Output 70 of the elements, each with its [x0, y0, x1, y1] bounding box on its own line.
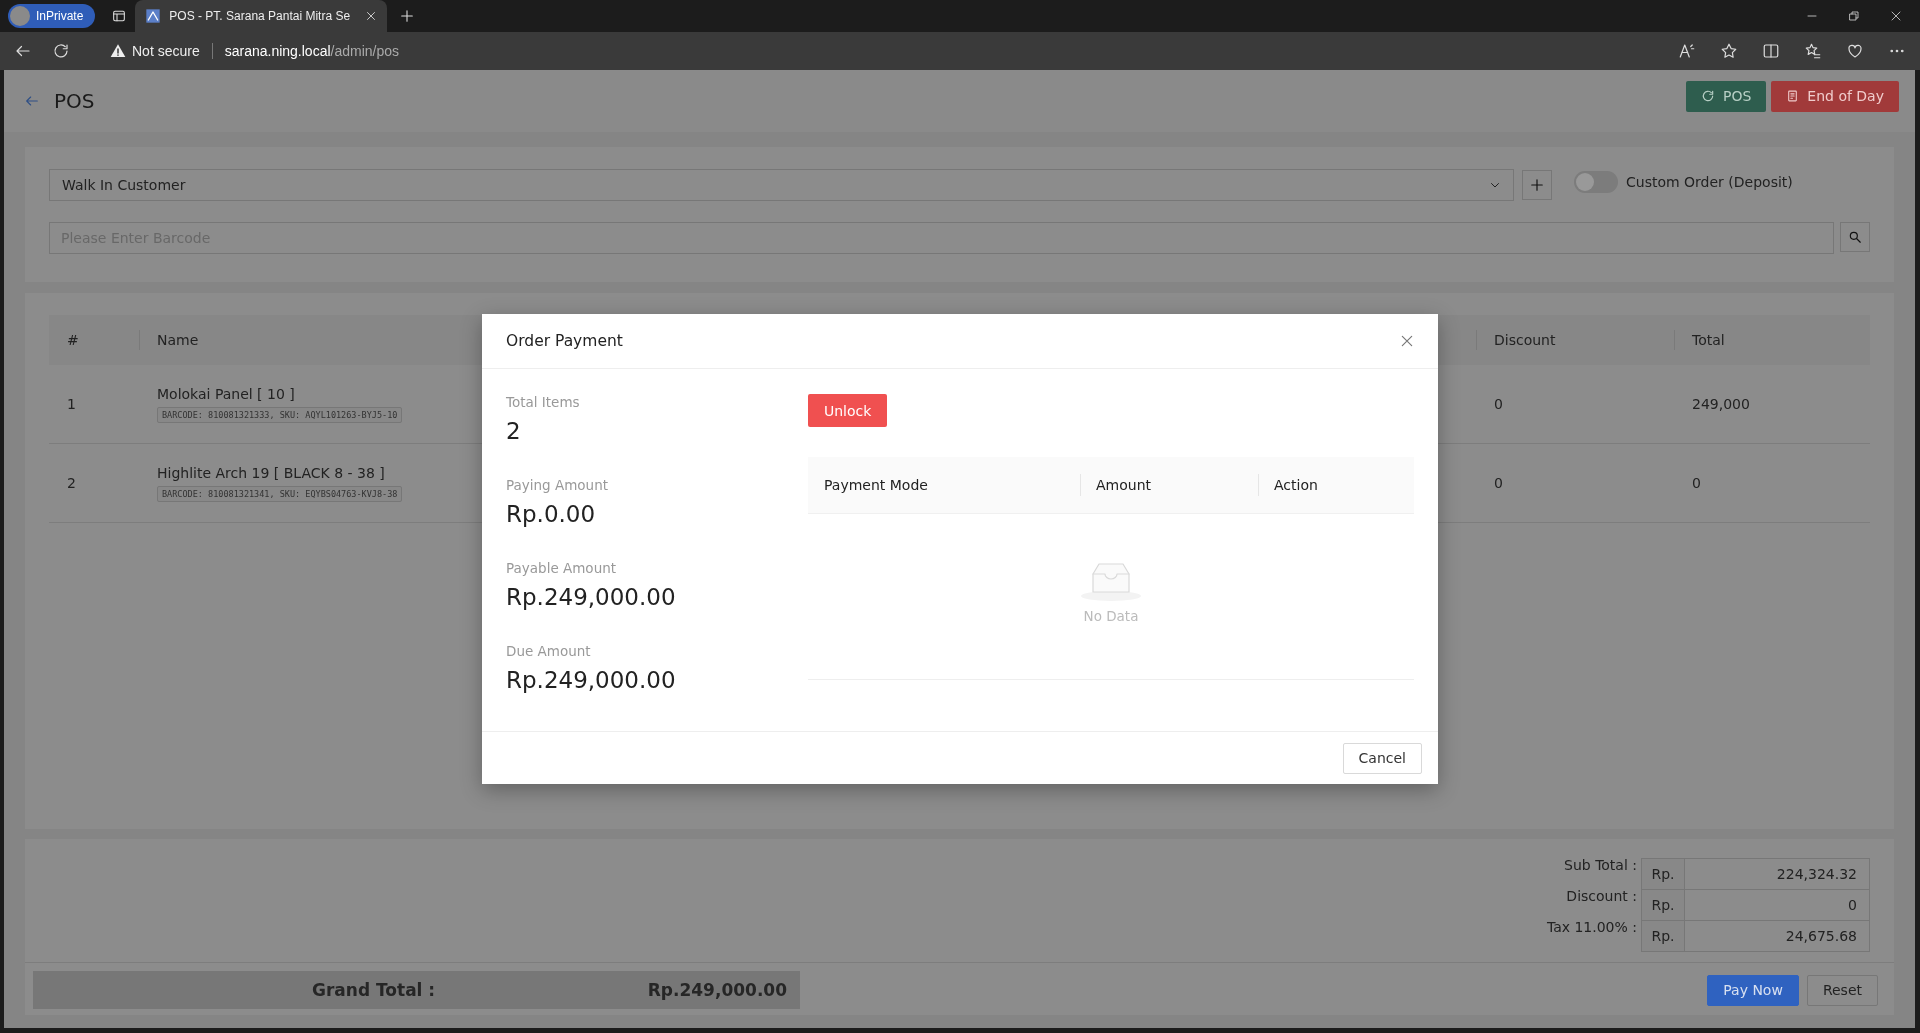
stat-value: Rp.249,000.00: [506, 584, 677, 610]
column-header: Payment Mode: [823, 476, 929, 495]
star-icon[interactable]: [1720, 42, 1738, 60]
avatar-icon: [10, 6, 30, 26]
document-icon: [1786, 89, 1800, 103]
pay-now-button[interactable]: Pay Now: [1707, 974, 1799, 1006]
barcode-tag: BARCODE: 810081321333, SKU: AQYL101263-BYJ5-10: [157, 406, 403, 423]
profile-button[interactable]: InPrivate: [8, 4, 96, 28]
close-icon[interactable]: [365, 10, 378, 22]
stat-value: 2: [506, 418, 522, 444]
column-header: Amount: [1080, 457, 1258, 513]
custom-order-toggle[interactable]: [1574, 171, 1618, 193]
column-header: #: [49, 315, 139, 365]
browser-tab[interactable]: POS - PT. Sarana Pantai Mitra Se: [135, 0, 388, 32]
refresh-icon[interactable]: [52, 42, 70, 60]
cancel-button[interactable]: Cancel: [1342, 742, 1422, 774]
column-header: Action: [1258, 457, 1414, 513]
toggle-label: Custom Order (Deposit): [1626, 174, 1793, 190]
empty-message: No Data: [1083, 607, 1139, 624]
grand-total-label: Grand Total :: [312, 980, 436, 1000]
table-cell: 1: [49, 365, 139, 444]
favicon-icon: [145, 8, 162, 24]
product-name: Molokai Panel [ 10 ]: [157, 385, 295, 402]
end-of-day-button[interactable]: End of Day: [1771, 80, 1899, 112]
stat-label: Paying Amount: [506, 477, 609, 493]
restore-icon[interactable]: [1848, 10, 1860, 22]
close-icon: [1400, 334, 1414, 348]
search-button[interactable]: [1840, 222, 1870, 252]
stat-label: Payable Amount: [506, 560, 618, 576]
amount-field[interactable]: Rp. 24,675.68: [1641, 920, 1870, 952]
table-cell: 2: [49, 444, 139, 523]
search-icon: [1848, 230, 1862, 244]
amount-field[interactable]: Rp. 0: [1641, 889, 1870, 921]
close-button[interactable]: [1400, 334, 1414, 348]
unlock-button[interactable]: Unlock: [808, 394, 888, 427]
table-cell: 0: [1674, 444, 1870, 523]
grand-total-value: Rp.249,000.00: [647, 980, 787, 1000]
plus-icon: [1530, 178, 1544, 192]
close-icon[interactable]: [1890, 10, 1902, 22]
split-screen-icon[interactable]: [1762, 42, 1780, 60]
column-header: Discount: [1476, 315, 1674, 365]
stat-label: Total Items: [506, 394, 581, 410]
product-name: Highlite Arch 19 [ BLACK 8 - 38 ]: [157, 464, 385, 481]
summary-label: Sub Total :: [1564, 857, 1637, 873]
stat-label: Due Amount: [506, 643, 592, 659]
amount-field[interactable]: Rp. 224,324.32: [1641, 858, 1870, 890]
heart-icon[interactable]: [1846, 42, 1864, 60]
warning-icon: [110, 43, 126, 59]
tab-actions-icon[interactable]: [111, 8, 128, 24]
table-cell: 0: [1476, 365, 1674, 444]
column-header: Total: [1674, 315, 1870, 365]
dialog-title: Order Payment: [506, 332, 623, 350]
favorites-icon[interactable]: [1804, 42, 1822, 60]
summary-label: Discount :: [1566, 888, 1637, 904]
address-bar[interactable]: sarana.ning.local/admin/pos: [224, 43, 400, 59]
refresh-icon: [1701, 89, 1715, 103]
reset-button[interactable]: Reset: [1806, 974, 1878, 1006]
security-label[interactable]: Not secure: [132, 43, 200, 59]
page-title: POS: [54, 89, 95, 113]
table-cell: 249,000: [1674, 365, 1870, 444]
table-cell: 0: [1476, 444, 1674, 523]
stat-value: Rp.0.00: [506, 501, 597, 527]
barcode-tag: BARCODE: 810081321341, SKU: EQYBS04763-KVJ8-38: [157, 485, 403, 502]
stat-value: Rp.249,000.00: [506, 667, 677, 693]
summary-label: Tax 11.00% :: [1546, 919, 1637, 935]
read-aloud-icon[interactable]: [1678, 42, 1696, 60]
pos-button[interactable]: POS: [1686, 80, 1767, 112]
customer-select[interactable]: Walk In Customer: [49, 169, 1514, 201]
add-customer-button[interactable]: [1522, 170, 1552, 200]
new-tab-icon[interactable]: [399, 8, 416, 24]
